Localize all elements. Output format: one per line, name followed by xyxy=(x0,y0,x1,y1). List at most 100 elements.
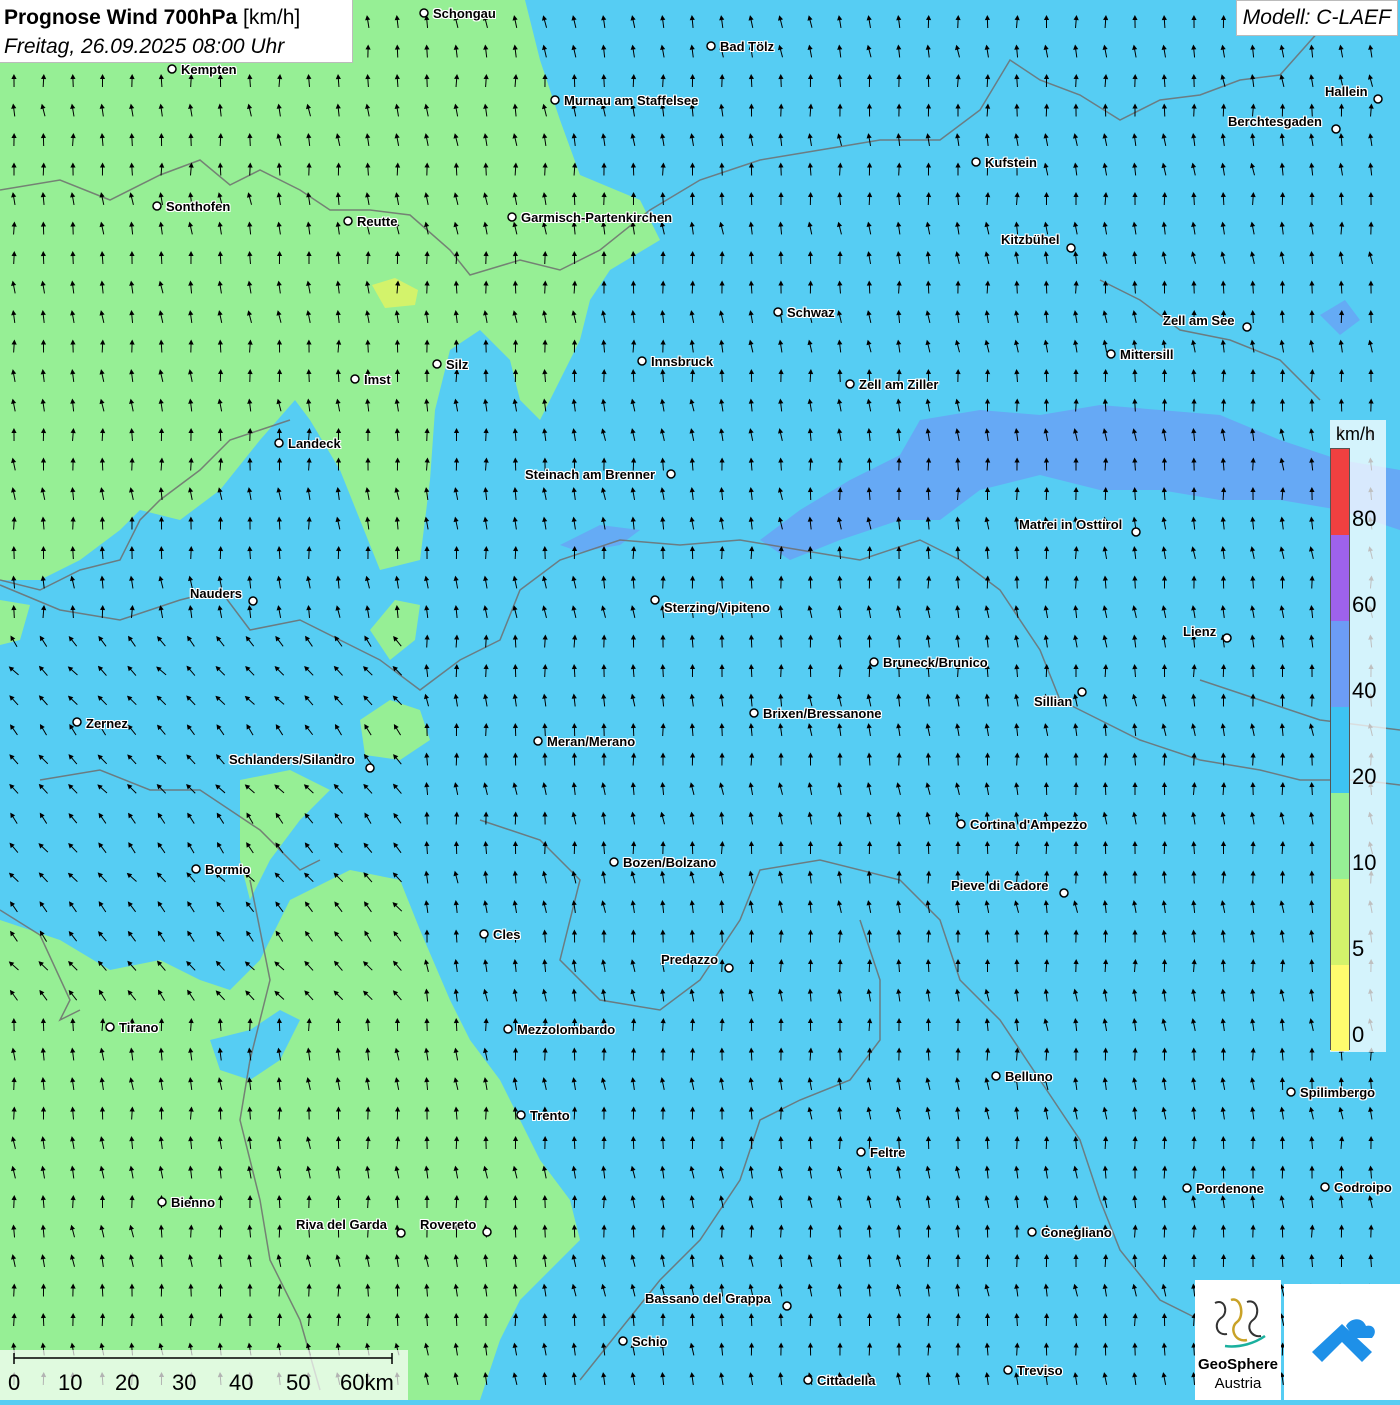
city-label: Reutte xyxy=(357,214,397,229)
city-label: Berchtesgaden xyxy=(1228,114,1322,129)
scale-label: 30 xyxy=(172,1370,196,1396)
city-marker-icon xyxy=(351,375,359,383)
scale-ruler xyxy=(0,1350,408,1370)
city-marker-icon xyxy=(1223,634,1231,642)
legend-tick: 40 xyxy=(1352,678,1376,704)
city-marker-icon xyxy=(972,158,980,166)
city-marker-icon xyxy=(1132,528,1140,536)
city-marker-icon xyxy=(1028,1228,1036,1236)
legend-seg-20-40 xyxy=(1331,707,1349,793)
geosphere-logo: GeoSphere Austria xyxy=(1195,1280,1281,1400)
city-marker-icon xyxy=(619,1337,627,1345)
city-label: Cortina d'Ampezzo xyxy=(970,817,1087,832)
city-marker-icon xyxy=(480,930,488,938)
geosphere-text-2: Austria xyxy=(1195,1375,1281,1392)
app-logo-icon xyxy=(1284,1284,1400,1400)
city-label: Bienno xyxy=(171,1195,215,1210)
city-marker-icon xyxy=(249,597,257,605)
city-label: Bad Tölz xyxy=(720,39,774,54)
city-label: Bozen/Bolzano xyxy=(623,855,716,870)
city-marker-icon xyxy=(106,1023,114,1031)
city-label: Pordenone xyxy=(1196,1181,1264,1196)
city-label: Zell am See xyxy=(1163,313,1235,328)
city-label: Kufstein xyxy=(985,155,1037,170)
city-label: Treviso xyxy=(1017,1363,1063,1378)
city-label: Cles xyxy=(493,927,520,942)
legend-tick: 80 xyxy=(1352,506,1376,532)
city-marker-icon xyxy=(783,1302,791,1310)
city-marker-icon xyxy=(857,1148,865,1156)
city-marker-icon xyxy=(1287,1088,1295,1096)
city-marker-icon xyxy=(1321,1183,1329,1191)
legend-seg-60-80 xyxy=(1331,535,1349,621)
city-label: Imst xyxy=(364,372,391,387)
city-label: Zell am Ziller xyxy=(859,377,938,392)
city-marker-icon xyxy=(433,360,441,368)
city-label: Conegliano xyxy=(1041,1225,1112,1240)
city-label: Mezzolombardo xyxy=(517,1022,615,1037)
city-label: Tirano xyxy=(119,1020,159,1035)
city-label: Innsbruck xyxy=(651,354,713,369)
city-marker-icon xyxy=(366,764,374,772)
city-marker-icon xyxy=(1332,125,1340,133)
city-label: Sonthofen xyxy=(166,199,230,214)
city-label: Silz xyxy=(446,357,468,372)
city-marker-icon xyxy=(774,308,782,316)
city-label: Codroipo xyxy=(1334,1180,1392,1195)
city-marker-icon xyxy=(344,217,352,225)
city-marker-icon xyxy=(610,858,618,866)
city-label: Sterzing/Vipiteno xyxy=(664,600,770,615)
geosphere-logo-icon xyxy=(1195,1288,1281,1358)
city-label: Kempten xyxy=(181,62,237,77)
city-label: Steinach am Brenner xyxy=(525,467,655,482)
city-marker-icon xyxy=(73,718,81,726)
city-marker-icon xyxy=(153,202,161,210)
city-marker-icon xyxy=(168,65,176,73)
city-label: Rovereto xyxy=(420,1217,476,1232)
city-marker-icon xyxy=(1004,1366,1012,1374)
city-label: Kitzbühel xyxy=(1001,232,1060,247)
color-legend: km/h 80 60 40 20 10 5 0 xyxy=(1330,420,1386,1052)
city-marker-icon xyxy=(707,42,715,50)
legend-colorbar xyxy=(1330,448,1350,1050)
map-title-main: Prognose Wind 700hPa xyxy=(4,6,237,29)
legend-tick: 10 xyxy=(1352,850,1376,876)
city-marker-icon xyxy=(667,470,675,478)
legend-seg-80plus xyxy=(1331,449,1349,535)
city-marker-icon xyxy=(1060,889,1068,897)
city-marker-icon xyxy=(483,1228,491,1236)
legend-tick: 5 xyxy=(1352,936,1364,962)
legend-unit: km/h xyxy=(1336,424,1375,445)
city-marker-icon xyxy=(420,9,428,17)
city-label: Cittadella xyxy=(817,1373,876,1388)
city-marker-icon xyxy=(870,658,878,666)
city-marker-icon xyxy=(551,96,559,104)
city-label: Brixen/Bressanone xyxy=(763,706,882,721)
city-label: Sillian xyxy=(1034,694,1072,709)
city-label: Hallein xyxy=(1325,84,1368,99)
map-title: Prognose Wind 700hPa [km/h] xyxy=(4,6,300,30)
city-label: Schongau xyxy=(433,6,496,21)
city-label: Spilimbergo xyxy=(1300,1085,1375,1100)
city-marker-icon xyxy=(275,439,283,447)
city-label: Landeck xyxy=(288,436,341,451)
city-label: Predazzo xyxy=(661,952,718,967)
city-marker-icon xyxy=(725,964,733,972)
scale-label: 50 xyxy=(286,1370,310,1396)
city-marker-icon xyxy=(804,1376,812,1384)
city-label: Pieve di Cadore xyxy=(951,878,1049,893)
city-label: Bormio xyxy=(205,862,251,877)
city-marker-icon xyxy=(397,1229,405,1237)
city-marker-icon xyxy=(534,737,542,745)
scale-label: 10 xyxy=(58,1370,82,1396)
city-label: Meran/Merano xyxy=(547,734,635,749)
scale-label: 60km xyxy=(340,1370,394,1396)
city-label: Belluno xyxy=(1005,1069,1053,1084)
city-marker-icon xyxy=(957,820,965,828)
legend-seg-40-60 xyxy=(1331,621,1349,707)
city-label: Bassano del Grappa xyxy=(645,1291,771,1306)
city-label: Lienz xyxy=(1183,624,1216,639)
legend-seg-5-10 xyxy=(1331,879,1349,965)
city-label: Matrei in Osttirol xyxy=(1019,517,1122,532)
city-marker-icon xyxy=(750,709,758,717)
